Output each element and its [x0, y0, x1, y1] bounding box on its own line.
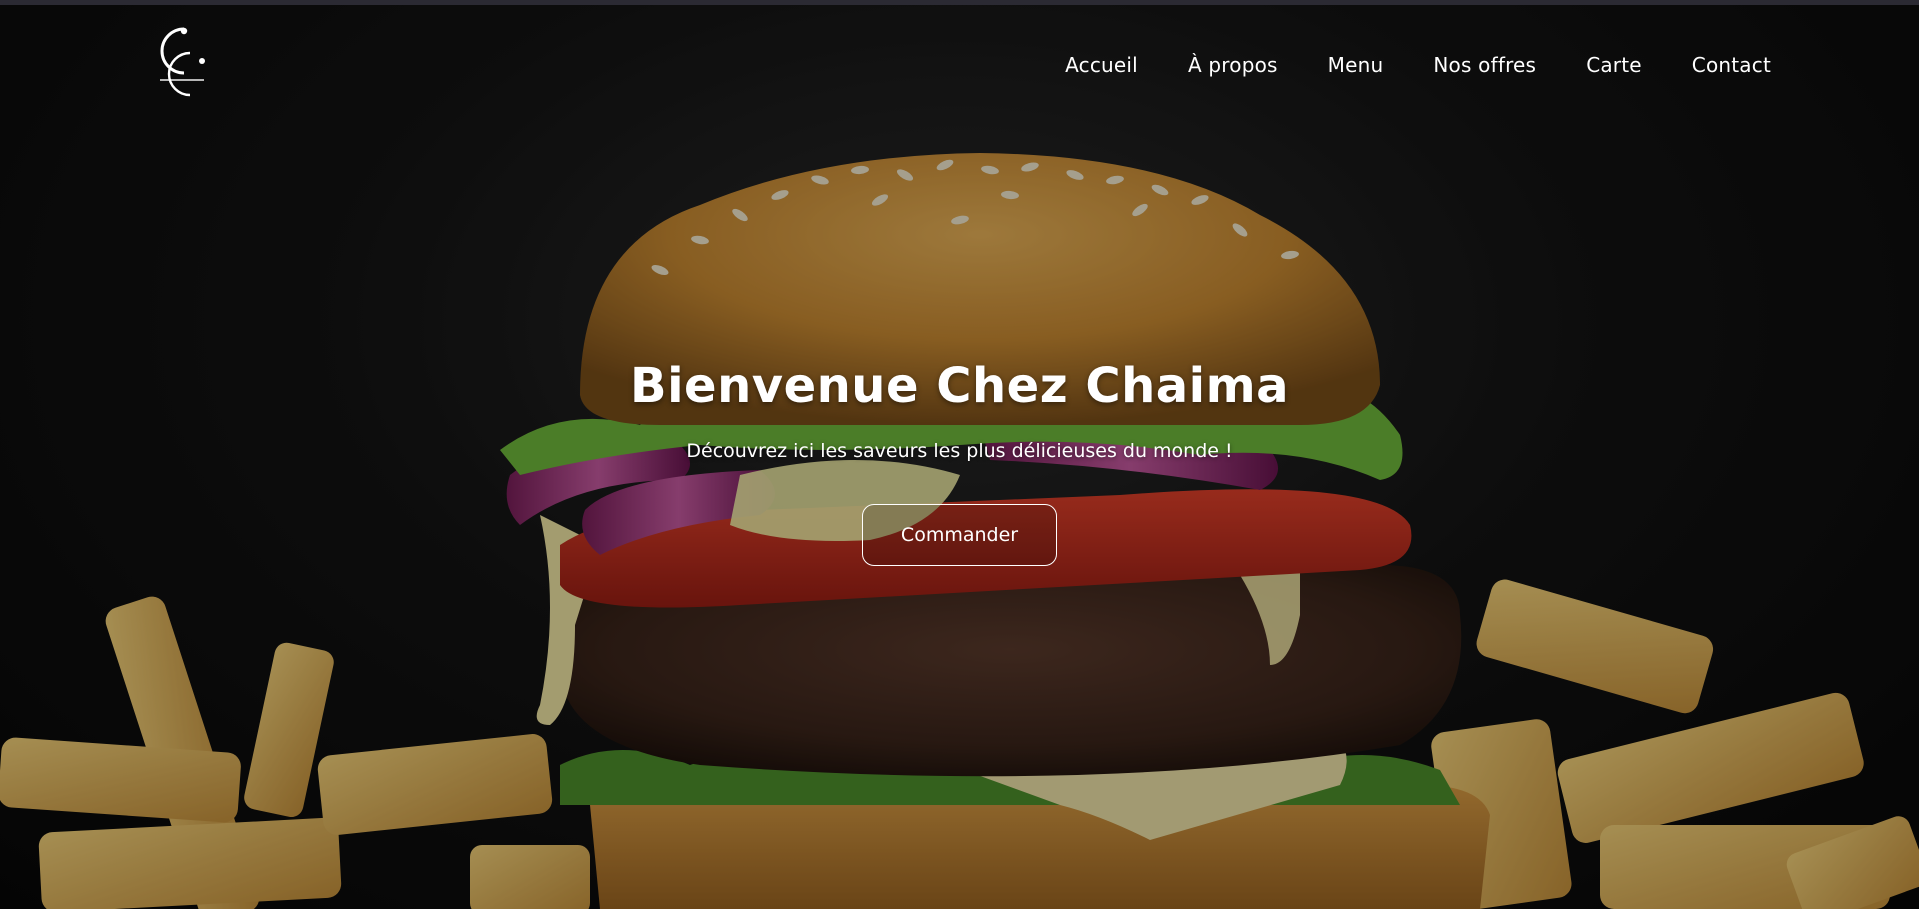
nav-link-a-propos[interactable]: À propos [1188, 53, 1278, 77]
hero-title: Bienvenue Chez Chaima [630, 358, 1289, 414]
hero-section: Accueil À propos Menu Nos offres Carte C… [0, 5, 1919, 909]
nav-link-menu[interactable]: Menu [1328, 53, 1384, 77]
nav-link-accueil[interactable]: Accueil [1065, 53, 1138, 77]
nav-link-nos-offres[interactable]: Nos offres [1433, 53, 1536, 77]
commander-button[interactable]: Commander [861, 504, 1058, 566]
nav-link-contact[interactable]: Contact [1692, 53, 1771, 77]
hero-subtitle: Découvrez ici les saveurs les plus délic… [686, 440, 1233, 462]
nav-link-carte[interactable]: Carte [1586, 53, 1642, 77]
chaima-monogram-logo-icon[interactable] [150, 23, 212, 103]
main-navigation: Accueil À propos Menu Nos offres Carte C… [1015, 53, 1771, 77]
hero-content: Bienvenue Chez Chaima Découvrez ici les … [0, 358, 1919, 566]
